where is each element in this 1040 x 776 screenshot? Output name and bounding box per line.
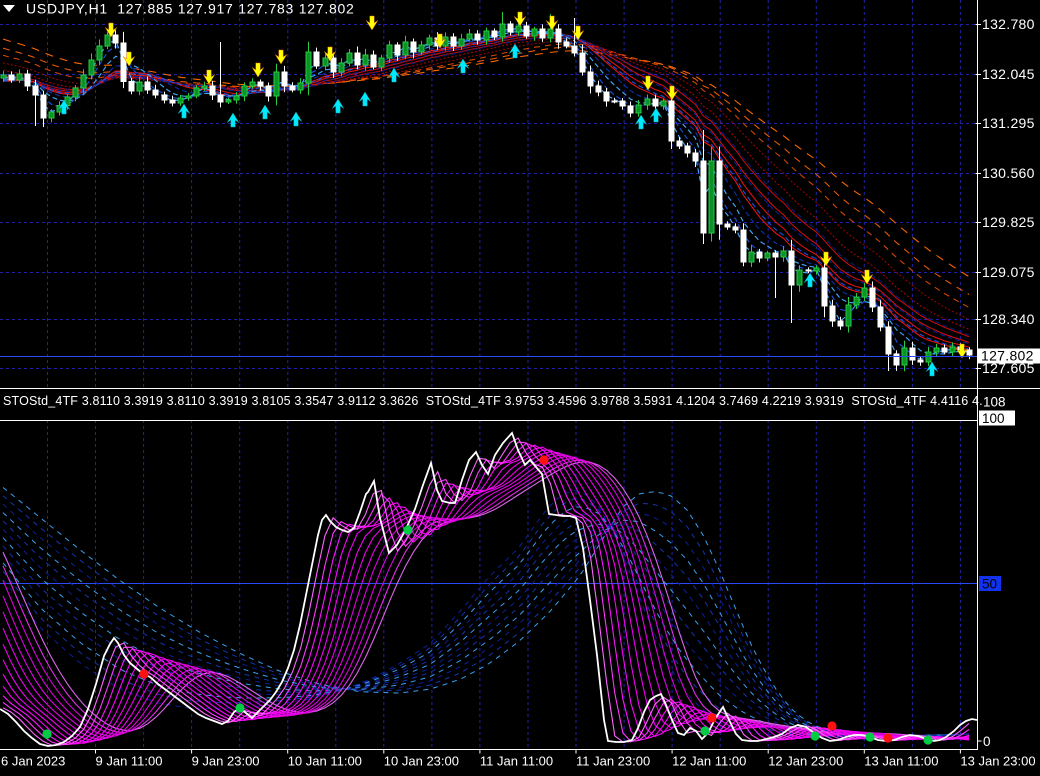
svg-text:100: 100 — [982, 411, 1005, 426]
svg-text:6 Jan 2023: 6 Jan 2023 — [1, 754, 65, 769]
svg-text:131.295: 131.295 — [982, 115, 1035, 131]
svg-text:127.802: 127.802 — [981, 348, 1034, 364]
svg-text:50: 50 — [982, 577, 997, 592]
svg-text:11 Jan 23:00: 11 Jan 23:00 — [576, 754, 650, 769]
svg-text:132.780: 132.780 — [982, 16, 1035, 32]
svg-text:129.825: 129.825 — [982, 214, 1035, 230]
svg-text:132.045: 132.045 — [982, 66, 1035, 82]
svg-text:STOStd_4TF 3.8110 3.3919 3.811: STOStd_4TF 3.8110 3.3919 3.8110 3.3919 3… — [3, 394, 983, 408]
svg-text:129.075: 129.075 — [982, 264, 1035, 280]
svg-text:10 Jan 23:00: 10 Jan 23:00 — [384, 754, 459, 769]
svg-text:11 Jan 11:00: 11 Jan 11:00 — [480, 754, 553, 769]
svg-text:12 Jan 23:00: 12 Jan 23:00 — [768, 754, 843, 769]
svg-text:9 Jan 23:00: 9 Jan 23:00 — [192, 754, 260, 769]
svg-text:13 Jan 11:00: 13 Jan 11:00 — [864, 754, 938, 769]
svg-text:9 Jan 11:00: 9 Jan 11:00 — [96, 754, 163, 769]
svg-text:12 Jan 11:00: 12 Jan 11:00 — [672, 754, 746, 769]
svg-text:0: 0 — [983, 734, 991, 749]
svg-text:13 Jan 23:00: 13 Jan 23:00 — [960, 754, 1035, 769]
svg-text:130.560: 130.560 — [982, 165, 1035, 181]
svg-text:108: 108 — [983, 395, 1006, 410]
svg-text:USDJPY,H1 127.885 127.917 127: USDJPY,H1 127.885 127.917 127.783 127.80… — [26, 1, 355, 17]
svg-text:128.340: 128.340 — [982, 311, 1035, 327]
svg-text:10 Jan 11:00: 10 Jan 11:00 — [288, 754, 362, 769]
